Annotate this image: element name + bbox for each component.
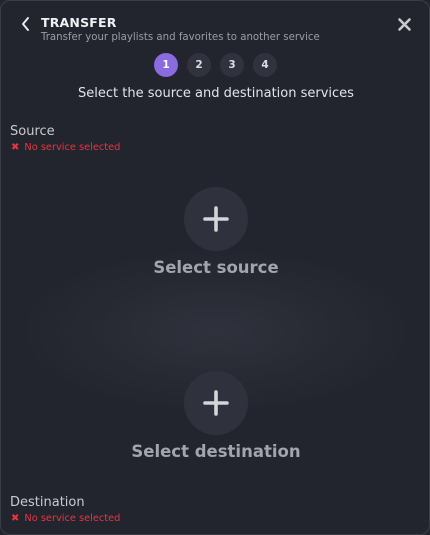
plus-icon [203, 390, 229, 416]
dialog-title: TRANSFER [41, 15, 117, 30]
plus-icon [203, 206, 229, 232]
step-indicator: 1 2 3 4 [154, 53, 277, 77]
source-status: ✖ No service selected [11, 142, 120, 153]
close-button[interactable] [397, 17, 412, 32]
close-icon [398, 18, 411, 31]
step-2[interactable]: 2 [187, 53, 211, 77]
source-status-text: No service selected [24, 142, 121, 153]
step-3[interactable]: 3 [220, 53, 244, 77]
chevron-left-icon [22, 17, 29, 31]
add-destination-button[interactable] [184, 371, 248, 435]
step-1[interactable]: 1 [154, 53, 178, 77]
transfer-dialog: TRANSFER Transfer your playlists and fav… [0, 0, 430, 535]
select-source-label[interactable]: Select source [1, 258, 429, 277]
destination-label: Destination [10, 495, 85, 510]
add-source-button[interactable] [184, 187, 248, 251]
back-button[interactable] [19, 15, 33, 33]
x-mark-icon: ✖ [11, 141, 20, 153]
instruction-text: Select the source and destination servic… [78, 86, 354, 101]
dialog-subtitle: Transfer your playlists and favorites to… [41, 32, 320, 43]
step-4[interactable]: 4 [253, 53, 277, 77]
x-mark-icon: ✖ [11, 512, 20, 524]
destination-status: ✖ No service selected [11, 513, 120, 524]
destination-status-text: No service selected [24, 513, 121, 524]
select-destination-label[interactable]: Select destination [1, 442, 429, 461]
source-label: Source [10, 124, 55, 139]
